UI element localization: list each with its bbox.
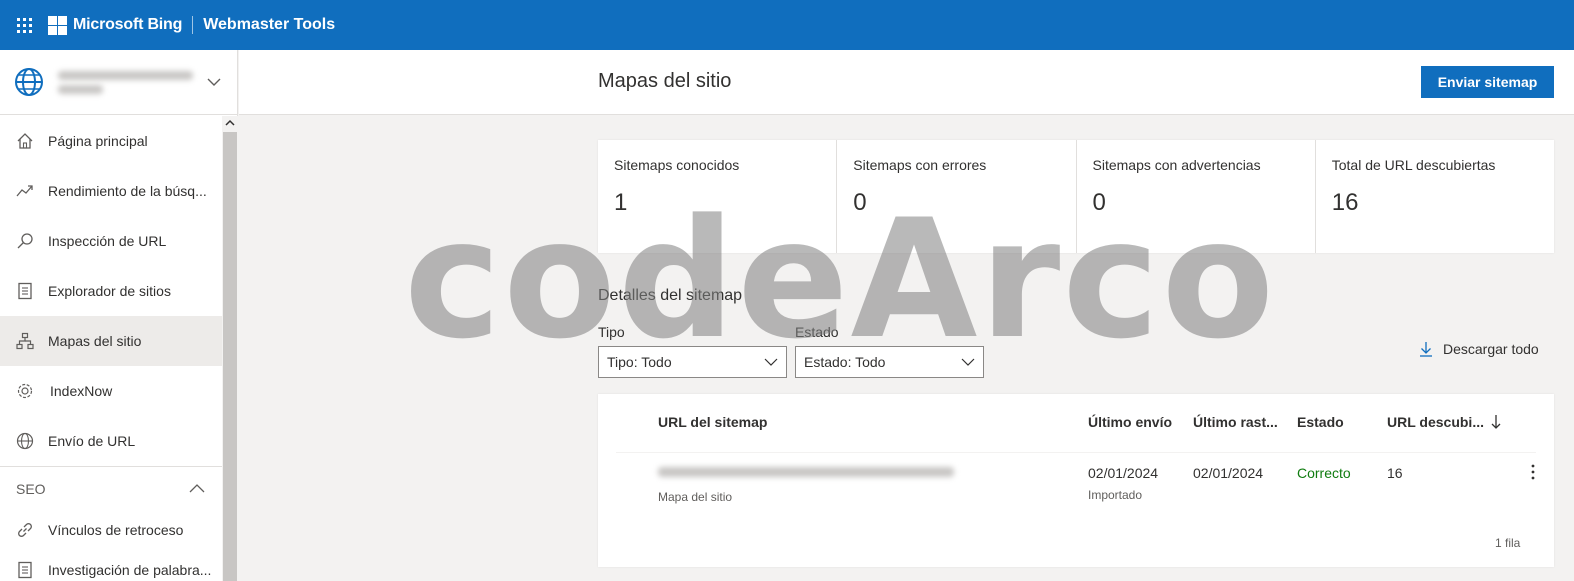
status-filter-value: Estado: Todo <box>804 354 886 370</box>
stat-label: Sitemaps con errores <box>853 157 987 173</box>
sidebar-item-label: Envío de URL <box>48 433 136 449</box>
column-header-label: URL descubi... <box>1387 414 1484 430</box>
chevron-down-icon[interactable] <box>206 74 222 90</box>
scrollbar-thumb[interactable] <box>223 132 237 581</box>
globe-icon <box>15 68 43 96</box>
stat-value: 1 <box>614 189 628 216</box>
sidebar-item-backlinks[interactable]: Vínculos de retroceso <box>0 510 222 550</box>
sidebar-nav: Página principal Rendimiento de la búsq.… <box>0 116 222 581</box>
type-filter-label: Tipo <box>598 324 625 340</box>
waffle-icon <box>16 17 32 33</box>
site-name-redacted <box>58 66 193 99</box>
status-filter-label: Estado <box>795 324 839 340</box>
discovered-urls-count: 16 <box>1387 465 1403 481</box>
sidebar-item-label: Rendimiento de la búsq... <box>48 183 207 199</box>
stat-known-sitemaps: Sitemaps conocidos 1 <box>598 140 838 253</box>
type-filter-value: Tipo: Todo <box>607 354 672 370</box>
sitemap-type: Mapa del sitio <box>658 490 733 504</box>
download-all-label: Descargar todo <box>1443 341 1539 357</box>
stat-sitemaps-with-warnings: Sitemaps con advertencias 0 <box>1077 140 1316 253</box>
globe-icon <box>16 432 34 450</box>
sidebar-item-label: Explorador de sitios <box>48 283 171 299</box>
status-value: Correcto <box>1297 465 1351 481</box>
sidebar-item-keyword-research[interactable]: Investigación de palabra... <box>0 550 222 581</box>
stat-label: Sitemaps con advertencias <box>1092 157 1261 173</box>
sidebar-item-sitemaps[interactable]: Mapas del sitio <box>0 316 222 366</box>
sidebar-item-indexnow[interactable]: IndexNow <box>0 366 222 416</box>
sitemap-url-redacted[interactable] <box>658 467 954 477</box>
content-header: Mapas del sitio Enviar sitemap <box>239 50 1574 115</box>
gear-icon <box>17 383 33 399</box>
last-crawled-date: 02/01/2024 <box>1193 465 1264 481</box>
more-options-icon[interactable] <box>1526 462 1540 482</box>
sidebar-section-seo[interactable]: SEO <box>0 466 222 510</box>
sidebar-scrollbar[interactable] <box>222 116 238 581</box>
chevron-down-icon <box>764 358 778 366</box>
sidebar-item-label: Página principal <box>48 133 148 149</box>
link-icon <box>18 523 32 537</box>
sidebar-item-label: Investigación de palabra... <box>48 562 212 578</box>
download-all-button[interactable]: Descargar todo <box>1418 339 1539 359</box>
download-icon <box>1420 342 1432 357</box>
sidebar-item-site-explorer[interactable]: Explorador de sitios <box>0 266 222 316</box>
scroll-up-arrow-icon[interactable] <box>225 118 235 128</box>
top-bar: Microsoft Bing Webmaster Tools <box>0 0 1574 50</box>
search-icon <box>17 233 33 249</box>
column-header-last-submitted[interactable]: Último envío <box>1088 414 1172 430</box>
sidebar-section-label: SEO <box>16 480 46 497</box>
stat-value: 0 <box>853 189 867 216</box>
product-name[interactable]: Webmaster Tools <box>203 16 335 34</box>
sort-descending-icon <box>1491 415 1501 429</box>
sidebar-item-search-performance[interactable]: Rendimiento de la búsq... <box>0 166 222 216</box>
sidebar-item-url-inspection[interactable]: Inspección de URL <box>0 216 222 266</box>
page-title: Mapas del sitio <box>598 70 732 92</box>
app-launcher-button[interactable] <box>0 0 48 50</box>
submit-sitemap-button[interactable]: Enviar sitemap <box>1421 66 1554 98</box>
stat-label: Total de URL descubiertas <box>1331 157 1496 173</box>
sidebar: Página principal Rendimiento de la búsq.… <box>0 50 238 581</box>
microsoft-logo-icon <box>48 15 67 35</box>
stat-value: 16 <box>1331 189 1359 216</box>
row-count: 1 fila <box>1495 536 1521 550</box>
sidebar-item-label: Inspección de URL <box>48 233 167 249</box>
submit-method: Importado <box>1088 488 1143 502</box>
sidebar-item-label: IndexNow <box>50 383 113 399</box>
section-title: Detalles del sitemap <box>598 287 743 304</box>
status-filter-dropdown[interactable]: Estado: Todo <box>795 346 984 378</box>
home-icon <box>17 133 33 149</box>
stat-label: Sitemaps conocidos <box>614 157 740 173</box>
type-filter-dropdown[interactable]: Tipo: Todo <box>598 346 787 378</box>
column-header-sitemap-url[interactable]: URL del sitemap <box>658 414 767 430</box>
stats-panel: Sitemaps conocidos 1 Sitemaps con errore… <box>598 140 1554 253</box>
column-header-last-crawled[interactable]: Último rast... <box>1193 414 1278 430</box>
stat-sitemaps-with-errors: Sitemaps con errores 0 <box>837 140 1077 253</box>
sidebar-item-home[interactable]: Página principal <box>0 116 222 166</box>
chevron-up-icon <box>189 483 205 492</box>
last-submitted-date: 02/01/2024 <box>1088 465 1159 481</box>
sidebar-item-label: Vínculos de retroceso <box>48 522 184 538</box>
stat-value: 0 <box>1092 189 1106 216</box>
header-divider <box>616 452 1536 453</box>
brand-divider <box>192 16 194 34</box>
sidebar-item-label: Mapas del sitio <box>48 333 142 349</box>
column-header-discovered-urls[interactable]: URL descubi... <box>1387 414 1502 430</box>
sitemaps-table: URL del sitemap Último envío Último rast… <box>598 394 1554 567</box>
trend-icon <box>16 185 33 197</box>
brand-name[interactable]: Microsoft Bing <box>73 16 182 34</box>
chevron-down-icon <box>961 358 975 366</box>
sidebar-item-url-submission[interactable]: Envío de URL <box>0 416 222 466</box>
document-icon <box>18 561 32 579</box>
site-picker[interactable] <box>0 50 237 115</box>
document-icon <box>18 282 32 300</box>
column-header-status[interactable]: Estado <box>1297 414 1344 430</box>
sitemap-icon <box>16 332 34 350</box>
stat-total-discovered-urls: Total de URL descubiertas 16 <box>1316 140 1554 253</box>
